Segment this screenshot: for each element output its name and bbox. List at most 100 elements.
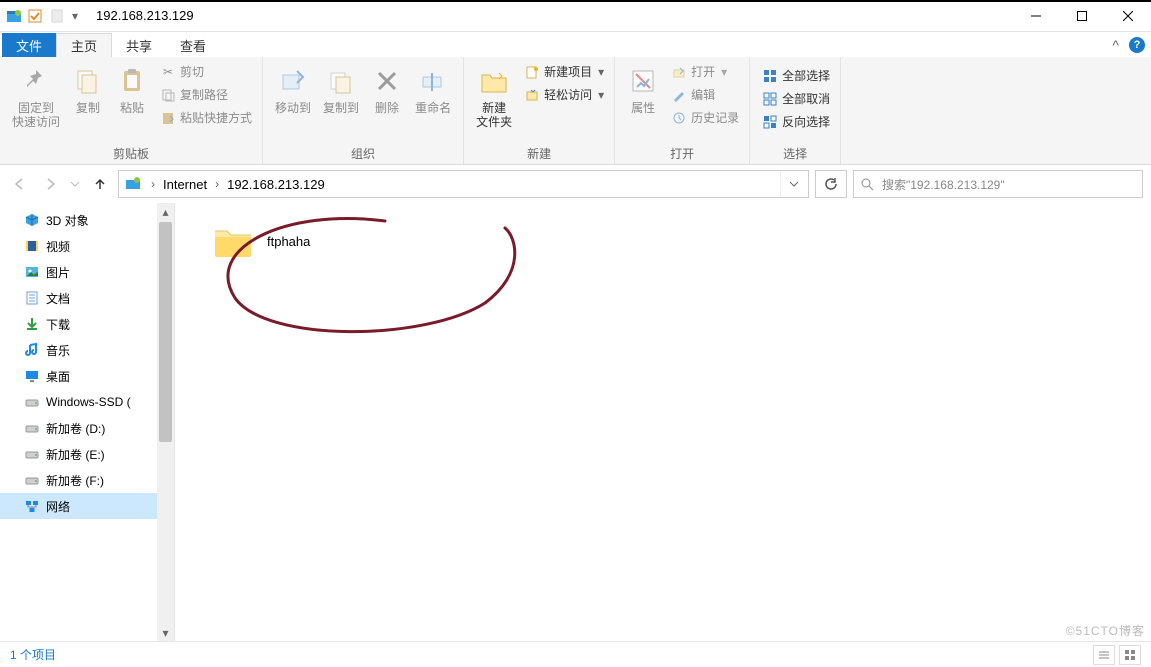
open-button[interactable]: 打开▾ <box>667 61 743 82</box>
nav-item-network-11[interactable]: 网络 <box>0 493 174 519</box>
paste-shortcut-button[interactable]: 粘贴快捷方式 <box>156 107 256 128</box>
edit-button[interactable]: 编辑 <box>667 84 743 105</box>
download-icon <box>24 316 40 332</box>
scroll-down-icon[interactable]: ▾ <box>157 624 174 641</box>
copy-to-icon <box>325 65 357 97</box>
breadcrumb-internet[interactable]: Internet <box>159 171 211 197</box>
nav-item-drive-7[interactable]: Windows-SSD ( <box>0 389 174 415</box>
easy-access-button[interactable]: 轻松访问▾ <box>520 84 608 105</box>
paste-icon <box>116 65 148 97</box>
copy-button[interactable]: 复制 <box>66 61 110 119</box>
select-none-button[interactable]: 全部取消 <box>758 88 834 109</box>
collapse-ribbon-icon[interactable]: ^ <box>1112 37 1119 53</box>
properties-button[interactable]: 属性 <box>621 61 665 119</box>
delete-button[interactable]: 删除 <box>365 61 409 119</box>
nav-up-button[interactable] <box>88 172 112 196</box>
ribbon-tabs: 文件 主页 共享 查看 ^ ? <box>0 32 1151 57</box>
nav-recent-dropdown[interactable] <box>68 172 82 196</box>
folder-icon <box>211 221 255 261</box>
ribbon-group-open: 属性 打开▾ 编辑 历史记录 打开 <box>615 57 750 164</box>
select-all-button[interactable]: 全部选择 <box>758 65 834 86</box>
help-icon[interactable]: ? <box>1129 37 1145 53</box>
nav-item-film-1[interactable]: 视频 <box>0 233 174 259</box>
paste-shortcut-icon <box>160 110 176 126</box>
delete-icon <box>371 65 403 97</box>
copy-icon <box>72 65 104 97</box>
chevron-right-icon[interactable]: › <box>211 177 223 191</box>
nav-item-picture-2[interactable]: 图片 <box>0 259 174 285</box>
film-icon <box>24 238 40 254</box>
scissors-icon: ✂ <box>160 64 176 80</box>
close-button[interactable] <box>1105 1 1151 31</box>
nav-item-download-4[interactable]: 下载 <box>0 311 174 337</box>
navigation-pane: 3D 对象视频图片文档下载音乐桌面Windows-SSD (新加卷 (D:)新加… <box>0 203 175 641</box>
maximize-button[interactable] <box>1059 1 1105 31</box>
address-bar[interactable]: › Internet › 192.168.213.129 <box>118 170 809 198</box>
search-box[interactable]: 搜索"192.168.213.129" <box>853 170 1143 198</box>
tab-share[interactable]: 共享 <box>112 33 166 57</box>
nav-item-label: 桌面 <box>46 368 70 385</box>
tab-home[interactable]: 主页 <box>56 33 112 57</box>
ribbon-group-select: 全部选择 全部取消 反向选择 选择 <box>750 57 841 164</box>
select-all-icon <box>762 68 778 84</box>
pin-quick-access-button[interactable]: 固定到 快速访问 <box>6 61 66 133</box>
search-icon <box>860 177 874 191</box>
content-pane[interactable]: ftphaha <box>175 203 1151 641</box>
address-dropdown-icon[interactable] <box>780 171 806 197</box>
nav-item-drive-9[interactable]: 新加卷 (E:) <box>0 441 174 467</box>
refresh-button[interactable] <box>815 170 847 198</box>
new-item-button[interactable]: 新建项目▾ <box>520 61 608 82</box>
tab-view[interactable]: 查看 <box>166 33 220 57</box>
scroll-thumb[interactable] <box>159 222 172 442</box>
nav-item-label: 图片 <box>46 264 70 281</box>
qat-file-icon[interactable] <box>50 9 64 23</box>
nav-item-drive-10[interactable]: 新加卷 (F:) <box>0 467 174 493</box>
paste-button[interactable]: 粘贴 <box>110 61 154 119</box>
invert-selection-button[interactable]: 反向选择 <box>758 111 834 132</box>
chevron-right-icon[interactable]: › <box>147 177 159 191</box>
nav-item-label: Windows-SSD ( <box>46 395 131 409</box>
nav-item-label: 3D 对象 <box>46 212 89 229</box>
scroll-up-icon[interactable]: ▴ <box>157 203 174 220</box>
cube-icon <box>24 212 40 228</box>
nav-item-cube-0[interactable]: 3D 对象 <box>0 207 174 233</box>
doc-icon <box>24 290 40 306</box>
pin-icon <box>20 65 52 97</box>
folder-item-ftphaha[interactable]: ftphaha <box>205 215 326 267</box>
minimize-button[interactable] <box>1013 1 1059 31</box>
new-folder-button[interactable]: 新建 文件夹 <box>470 61 518 133</box>
rename-button[interactable]: 重命名 <box>409 61 457 119</box>
nav-item-label: 音乐 <box>46 342 70 359</box>
address-row: › Internet › 192.168.213.129 搜索"192.168.… <box>0 165 1151 203</box>
group-label-clipboard: 剪贴板 <box>6 142 256 164</box>
new-folder-icon <box>478 65 510 97</box>
nav-item-desktop-6[interactable]: 桌面 <box>0 363 174 389</box>
nav-item-drive-8[interactable]: 新加卷 (D:) <box>0 415 174 441</box>
invert-selection-icon <box>762 114 778 130</box>
view-icons-button[interactable] <box>1119 645 1141 665</box>
view-details-button[interactable] <box>1093 645 1115 665</box>
drive-icon <box>24 394 40 410</box>
quick-access-toolbar: ▾ <box>28 9 78 23</box>
nav-item-doc-3[interactable]: 文档 <box>0 285 174 311</box>
nav-item-label: 新加卷 (F:) <box>46 472 104 489</box>
nav-scrollbar[interactable]: ▴ ▾ <box>157 203 174 641</box>
move-to-icon <box>277 65 309 97</box>
history-button[interactable]: 历史记录 <box>667 107 743 128</box>
properties-icon <box>627 65 659 97</box>
tab-file[interactable]: 文件 <box>2 33 56 57</box>
picture-icon <box>24 264 40 280</box>
nav-back-button[interactable] <box>8 172 32 196</box>
qat-dropdown-icon[interactable]: ▾ <box>72 9 78 23</box>
nav-item-music-5[interactable]: 音乐 <box>0 337 174 363</box>
copy-path-button[interactable]: 复制路径 <box>156 84 256 105</box>
nav-forward-button[interactable] <box>38 172 62 196</box>
ribbon-group-new: 新建 文件夹 新建项目▾ 轻松访问▾ 新建 <box>464 57 615 164</box>
move-to-button[interactable]: 移动到 <box>269 61 317 119</box>
qat-checkbox-icon[interactable] <box>28 9 42 23</box>
cut-button[interactable]: ✂剪切 <box>156 61 256 82</box>
group-label-select: 选择 <box>756 142 834 164</box>
music-icon <box>24 342 40 358</box>
copy-to-button[interactable]: 复制到 <box>317 61 365 119</box>
breadcrumb-host[interactable]: 192.168.213.129 <box>223 171 329 197</box>
